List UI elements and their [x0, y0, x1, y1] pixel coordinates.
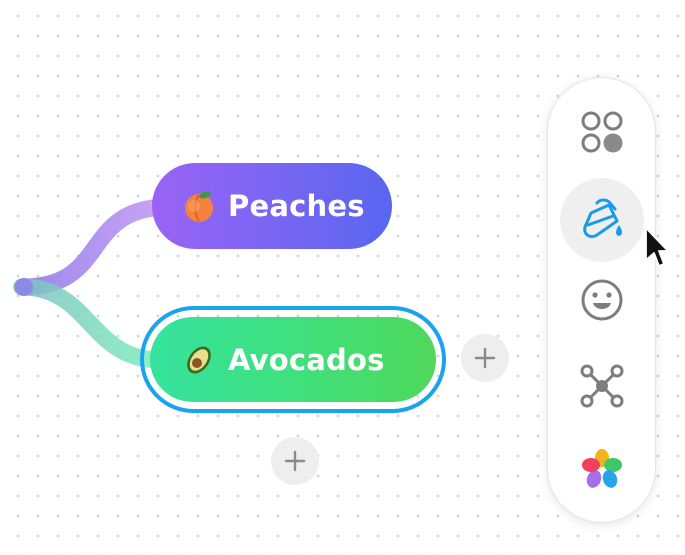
fill-color-button[interactable]	[560, 178, 644, 262]
connection-style-button[interactable]	[560, 344, 644, 428]
layout-circles-icon	[581, 111, 623, 153]
add-child-button[interactable]	[461, 334, 509, 382]
emoji-button[interactable]	[560, 258, 644, 342]
connector-peaches	[13, 198, 174, 296]
connector-nodes-icon	[580, 364, 624, 408]
layout-button[interactable]	[560, 90, 644, 174]
mindmap-canvas[interactable]: Peaches Avocados	[0, 0, 685, 555]
plus-icon	[474, 347, 496, 369]
node-label: Avocados	[228, 342, 385, 377]
theme-colors-button[interactable]	[560, 428, 644, 512]
node-label: Peaches	[228, 189, 365, 223]
style-toolbar	[547, 77, 656, 523]
node-avocados[interactable]: Avocados	[150, 317, 436, 402]
plus-icon	[284, 450, 306, 472]
add-sibling-button[interactable]	[271, 437, 319, 485]
root-joint	[15, 278, 33, 296]
smiley-icon	[581, 279, 623, 321]
color-palette-icon	[582, 449, 622, 488]
paint-bucket-icon	[583, 198, 622, 239]
peach-emoji-icon	[182, 189, 216, 223]
mouse-cursor-icon	[645, 227, 668, 267]
avocado-emoji-icon	[182, 343, 216, 377]
connector-avocados	[13, 278, 169, 369]
node-peaches[interactable]: Peaches	[152, 163, 392, 249]
